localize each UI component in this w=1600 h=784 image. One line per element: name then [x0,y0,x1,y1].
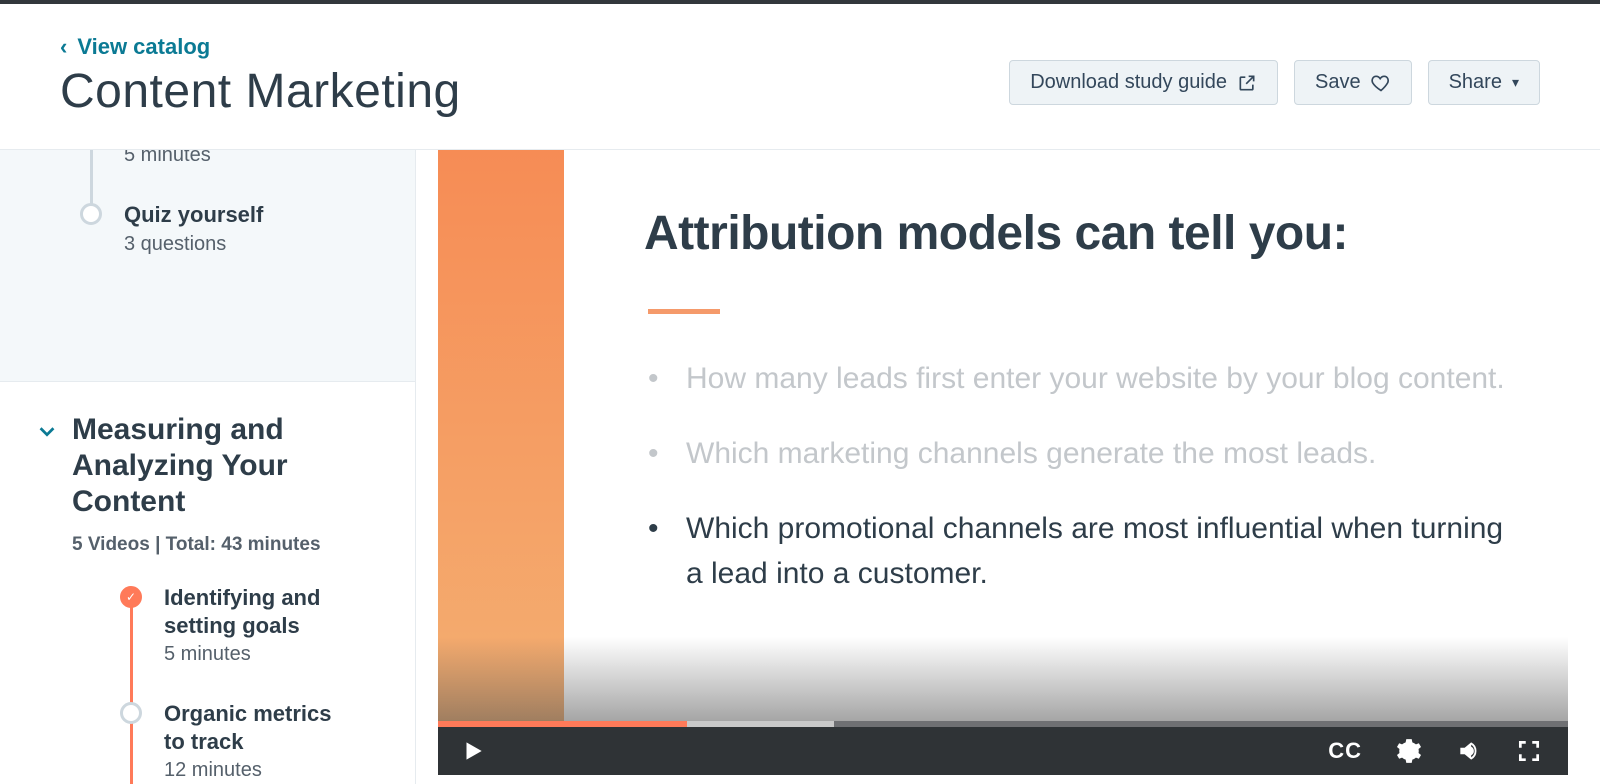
sidebar-item-organic-metrics[interactable]: Organic metrics to track 12 minutes [40,700,385,782]
video-player[interactable]: Attribution models can tell you: How man… [438,150,1568,775]
page-title: Content Marketing [60,64,461,119]
progress-marker-icon [80,203,102,225]
download-label: Download study guide [1030,71,1227,94]
main-content: 5 minutes Quiz yourself 3 questions Meas… [0,150,1600,784]
video-panel: Attribution models can tell you: How man… [416,150,1600,784]
sidebar-item-subtitle: 12 minutes [164,759,355,782]
sidebar-item-subtitle: 5 minutes [164,643,355,666]
sidebar-item-title: Organic metrics to track [164,700,355,755]
slide-bullet-list: How many leads first enter your website … [644,356,1528,596]
play-icon [460,738,486,764]
back-to-catalog-link[interactable]: ‹ View catalog [60,34,461,60]
volume-button[interactable] [1456,738,1482,764]
progress-marker-icon [120,702,142,724]
play-button[interactable] [460,738,486,764]
download-study-guide-button[interactable]: Download study guide [1009,60,1278,105]
closed-captions-button[interactable]: CC [1328,738,1362,764]
share-button[interactable]: Share ▾ [1428,60,1540,105]
save-button[interactable]: Save [1294,60,1412,105]
progress-marker-done-icon [120,586,142,608]
page-header: ‹ View catalog Content Marketing Downloa… [0,4,1600,150]
chevron-down-icon [36,420,58,442]
slide-underline-accent [648,309,720,314]
volume-icon [1456,738,1482,764]
sidebar-item-subtitle: 3 questions [124,233,263,256]
slide-content: Attribution models can tell you: How man… [644,206,1528,626]
slide-bullet: How many leads first enter your website … [680,356,1528,401]
sidebar-item-title: Quiz yourself [124,201,263,229]
settings-button[interactable] [1396,738,1422,764]
video-bottom-gradient [438,637,1568,727]
sidebar-item-title: Identifying and setting goals [164,584,355,639]
sidebar-item-identifying-goals[interactable]: Identifying and setting goals 5 minutes [40,584,385,666]
back-link-label: View catalog [77,34,210,60]
sidebar-item-quiz[interactable]: Quiz yourself 3 questions [0,201,415,256]
lesson-sidebar: 5 minutes Quiz yourself 3 questions Meas… [0,150,416,784]
heart-icon [1371,73,1391,93]
sidebar-item-subtitle: 5 minutes [124,150,211,167]
slide-bullet: Which promotional channels are most infl… [680,506,1528,596]
chevron-left-icon: ‹ [60,34,67,60]
save-label: Save [1315,71,1361,94]
video-controls: CC [438,727,1568,775]
sidebar-item-prev-video[interactable]: 5 minutes [0,150,415,167]
fullscreen-button[interactable] [1516,738,1542,764]
cc-label: CC [1328,738,1362,764]
share-label: Share [1449,71,1502,94]
external-link-icon [1237,73,1257,93]
section-toggle[interactable]: Measuring and Analyzing Your Content [36,412,385,520]
slide-title: Attribution models can tell you: [644,206,1528,261]
sidebar-section-measuring: Measuring and Analyzing Your Content 5 V… [0,381,415,784]
gear-icon [1396,738,1422,764]
caret-down-icon: ▾ [1512,74,1519,91]
section-meta: 5 Videos | Total: 43 minutes [72,534,385,556]
section-title: Measuring and Analyzing Your Content [72,412,372,520]
slide-bullet: Which marketing channels generate the mo… [680,431,1528,476]
fullscreen-icon [1516,738,1542,764]
